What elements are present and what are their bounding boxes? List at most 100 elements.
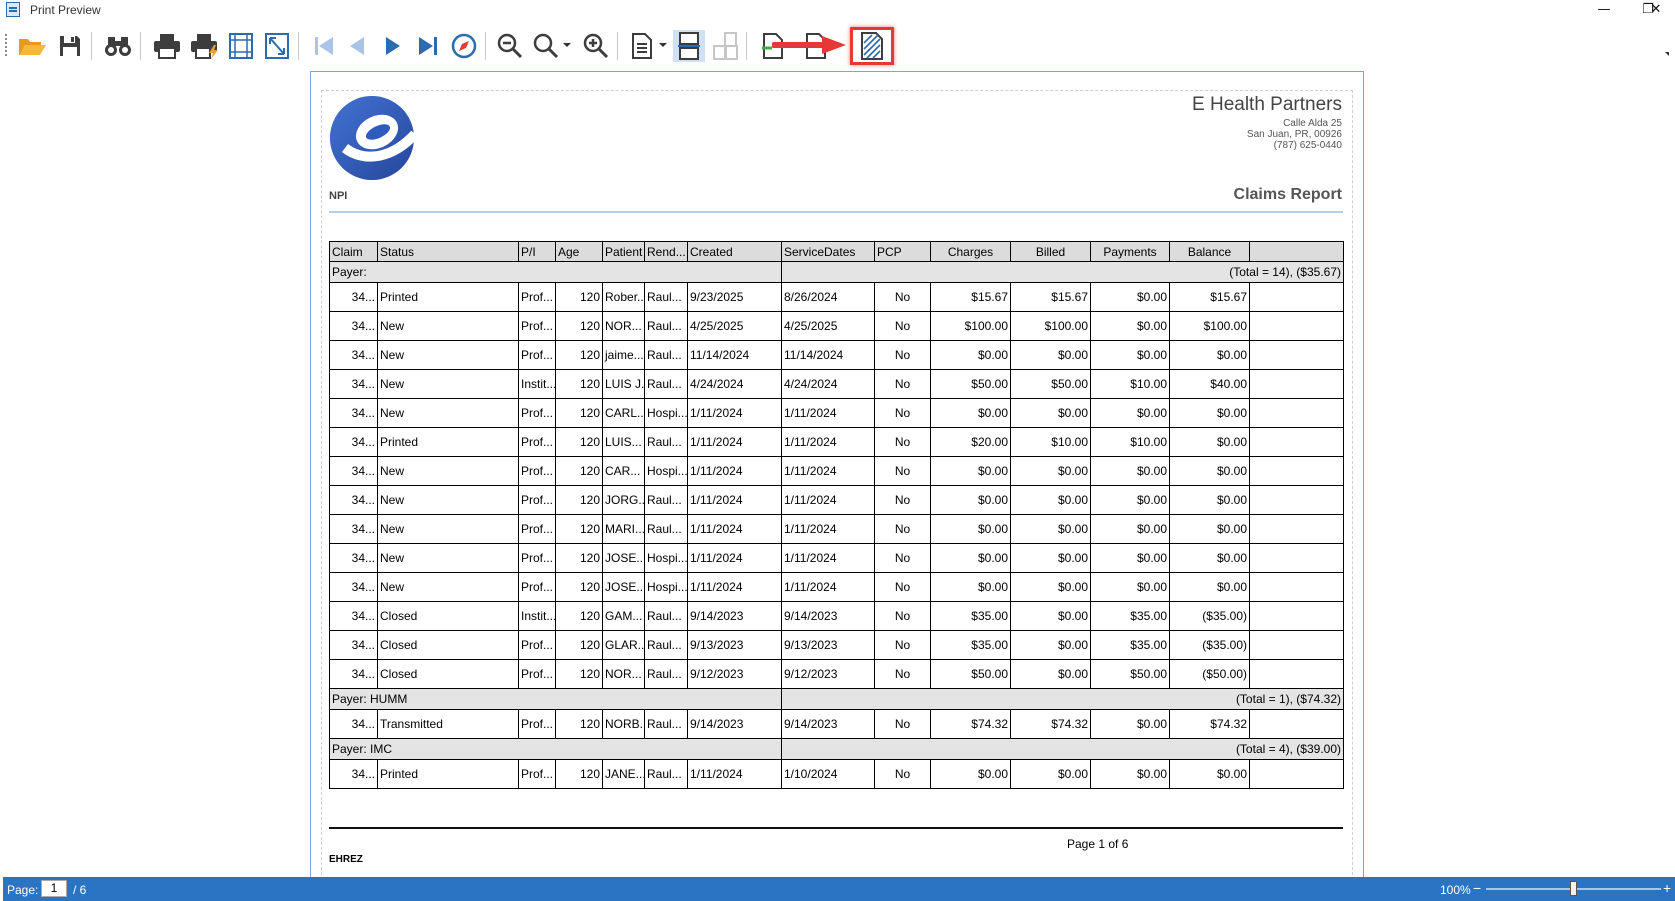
- table-cell-claim: 34...: [329, 572, 378, 602]
- table-cell-patient: GAM...: [602, 601, 645, 631]
- zoom-minus-icon[interactable]: −: [1473, 880, 1481, 896]
- close-button[interactable]: ✕: [1638, 0, 1674, 22]
- multiple-pages-button[interactable]: [709, 30, 741, 62]
- toolbar-overflow-arrow[interactable]: [1665, 52, 1669, 56]
- zoom-dropdown-arrow[interactable]: [563, 43, 571, 47]
- zoom-out-button[interactable]: [494, 30, 526, 62]
- zoom-button[interactable]: [530, 30, 562, 62]
- quick-print-button[interactable]: [189, 30, 221, 62]
- column-header[interactable]: Claim: [329, 241, 378, 262]
- table-cell-patient: JANE...: [602, 759, 645, 789]
- column-header[interactable]: Billed: [1010, 241, 1091, 262]
- table-cell-charges: $0.00: [930, 514, 1011, 544]
- table-cell-balance: $0.00: [1169, 485, 1250, 515]
- save-button[interactable]: [54, 30, 86, 62]
- column-header[interactable]: Rend...: [644, 241, 688, 262]
- table-cell-blank: [1249, 630, 1344, 660]
- column-header[interactable]: Charges: [930, 241, 1011, 262]
- last-page-button[interactable]: [412, 30, 444, 62]
- column-header[interactable]: ServiceDates: [781, 241, 875, 262]
- payer-group-row: Payer: HUMM (Total = 1), ($74.32): [329, 688, 1344, 710]
- table-cell-pcp: No: [874, 369, 931, 399]
- minimize-button[interactable]: —: [1586, 0, 1622, 22]
- previous-page-button[interactable]: [341, 30, 373, 62]
- payer-group-row: Payer: (Total = 14), ($35.67): [329, 261, 1344, 283]
- table-cell-blank: [1249, 601, 1344, 631]
- table-cell-age: 120: [555, 282, 603, 312]
- table-cell-pcp: No: [874, 514, 931, 544]
- column-header[interactable]: Patient: [602, 241, 645, 262]
- table-cell-charges: $0.00: [930, 340, 1011, 370]
- table-cell-charges: $15.67: [930, 282, 1011, 312]
- table-cell-age: 120: [555, 630, 603, 660]
- table-cell-age: 120: [555, 340, 603, 370]
- table-cell-created: 1/11/2024: [687, 543, 782, 573]
- payer-group-label: Payer: IMC: [329, 738, 782, 760]
- table-cell-billed: $0.00: [1010, 398, 1091, 428]
- table-cell-payments: $35.00: [1090, 601, 1170, 631]
- table-cell-pi: Prof...: [518, 398, 556, 428]
- table-cell-claim: 34...: [329, 630, 378, 660]
- column-header[interactable]: Created: [687, 241, 782, 262]
- page-number-input[interactable]: [41, 880, 67, 897]
- watermark-button[interactable]: [850, 27, 894, 65]
- single-page-button[interactable]: [626, 30, 658, 62]
- first-page-button[interactable]: [308, 30, 340, 62]
- find-button[interactable]: [102, 30, 134, 62]
- table-cell-created: 4/25/2025: [687, 311, 782, 341]
- scale-button[interactable]: [261, 30, 293, 62]
- table-cell-status: Transmitted: [377, 709, 519, 739]
- navigation-pane-button[interactable]: [448, 30, 480, 62]
- print-button[interactable]: [151, 30, 183, 62]
- table-cell-rend: Hospi...: [644, 543, 688, 573]
- table-cell-pi: Prof...: [518, 709, 556, 739]
- table-cell-status: New: [377, 572, 519, 602]
- open-button[interactable]: [16, 30, 48, 62]
- table-cell-age: 120: [555, 572, 603, 602]
- table-cell-billed: $50.00: [1010, 369, 1091, 399]
- column-header[interactable]: Age: [555, 241, 603, 262]
- zoom-plus-icon[interactable]: +: [1663, 880, 1671, 896]
- zoom-out-icon: [497, 33, 523, 59]
- table-cell-pcp: No: [874, 659, 931, 689]
- table-cell-patient: JORG...: [602, 485, 645, 515]
- continuous-view-button[interactable]: [673, 30, 705, 62]
- table-cell-claim: 34...: [329, 659, 378, 689]
- table-cell-age: 120: [555, 398, 603, 428]
- table-cell-status: New: [377, 514, 519, 544]
- table-cell-patient: GLAR...: [602, 630, 645, 660]
- table-cell-rend: Raul...: [644, 759, 688, 789]
- navigation-pane-icon: [451, 33, 477, 59]
- table-cell-pcp: No: [874, 340, 931, 370]
- zoom-icon: [533, 33, 559, 59]
- page-label: Page:: [7, 883, 39, 897]
- table-cell-payments: $0.00: [1090, 282, 1170, 312]
- toolbar-grip[interactable]: [5, 34, 9, 56]
- column-header[interactable]: Payments: [1090, 241, 1170, 262]
- table-cell-status: New: [377, 369, 519, 399]
- table-cell-blank: [1249, 759, 1344, 789]
- column-header[interactable]: Status: [377, 241, 519, 262]
- column-header[interactable]: Balance: [1169, 241, 1250, 262]
- table-cell-charges: $0.00: [930, 485, 1011, 515]
- zoom-in-button[interactable]: [580, 30, 612, 62]
- table-cell-charges: $20.00: [930, 427, 1011, 457]
- table-cell-payments: $0.00: [1090, 514, 1170, 544]
- column-header[interactable]: PCP: [874, 241, 931, 262]
- table-cell-billed: $0.00: [1010, 630, 1091, 660]
- page-setup-button[interactable]: [225, 30, 257, 62]
- save-icon: [60, 36, 80, 56]
- report-title: Claims Report: [1233, 186, 1342, 203]
- table-cell-pcp: No: [874, 398, 931, 428]
- column-header[interactable]: P/I: [518, 241, 556, 262]
- table-cell-created: 1/11/2024: [687, 759, 782, 789]
- table-cell-blank: [1249, 369, 1344, 399]
- page-layout-dropdown-arrow[interactable]: [659, 43, 667, 47]
- table-cell-blank: [1249, 456, 1344, 486]
- table-cell-age: 120: [555, 311, 603, 341]
- table-row: 34... New Prof... 120 JOSE... Hospi... 1/11/20…: [329, 572, 1344, 602]
- table-cell-billed: $10.00: [1010, 427, 1091, 457]
- zoom-slider-thumb[interactable]: [1570, 881, 1577, 896]
- next-page-button[interactable]: [377, 30, 409, 62]
- table-cell-patient: NOR...: [602, 311, 645, 341]
